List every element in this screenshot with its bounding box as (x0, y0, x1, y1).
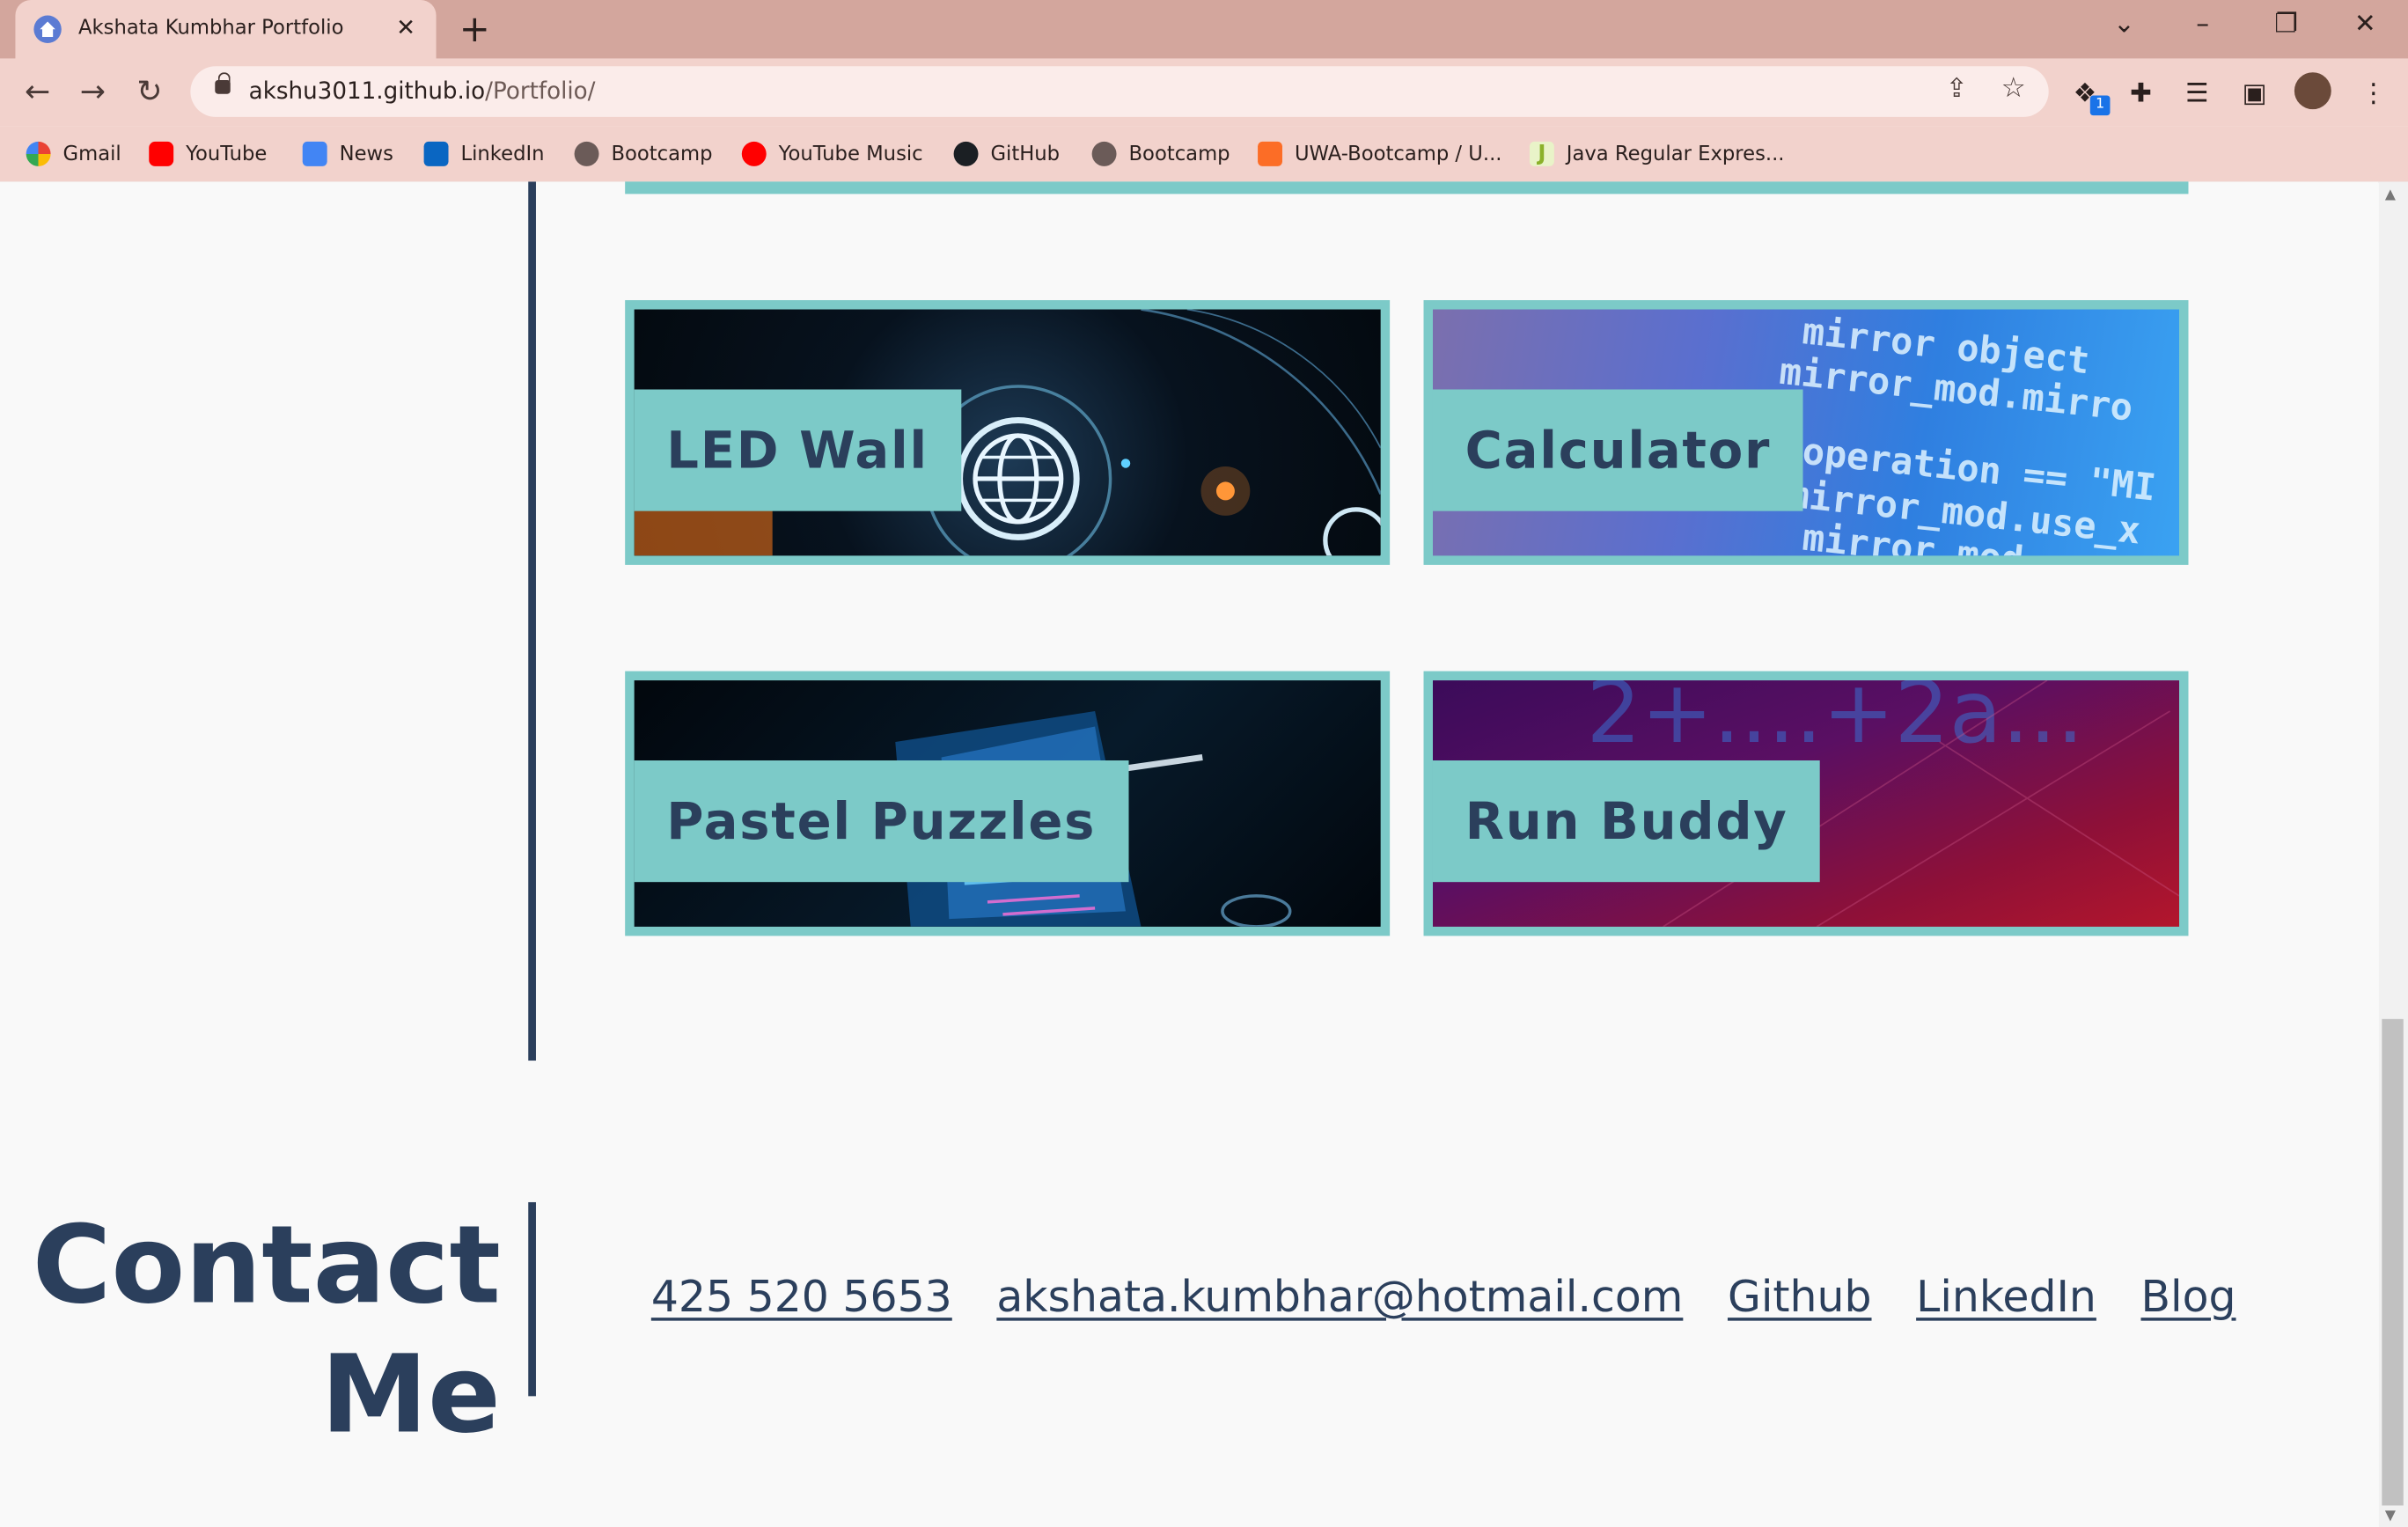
lock-icon (215, 72, 231, 94)
close-tab-icon[interactable]: ✕ (396, 14, 415, 41)
home-favicon-icon (33, 15, 62, 43)
new-tab-icon[interactable]: + (459, 9, 490, 48)
project-title: Run Buddy (1432, 760, 1821, 883)
tab-search-icon[interactable]: ⌄ (2113, 9, 2135, 40)
restore-icon[interactable]: ❐ (2274, 9, 2298, 40)
contact-links: 425 520 5653 akshata.kumbhar@hotmail.com… (651, 1272, 2236, 1323)
github-icon (953, 141, 979, 166)
project-card-pastel-puzzles[interactable]: Pastel Puzzles (625, 671, 1391, 936)
bookmark-bootcamp-2[interactable]: Bootcamp (1091, 137, 1230, 171)
scroll-down-icon[interactable]: ▼ (2385, 1509, 2396, 1523)
youtube-icon (149, 141, 174, 166)
bookmark-java-regex[interactable]: J Java Regular Expres... (1529, 137, 1785, 171)
project-card-partial[interactable] (625, 181, 2189, 195)
project-title: LED Wall (634, 389, 961, 511)
svg-text:2+....+2a...: 2+....+2a... (1586, 680, 2083, 763)
linkedin-link[interactable]: LinkedIn (1916, 1272, 2096, 1323)
project-title: Calculator (1432, 389, 1803, 511)
email-link[interactable]: akshata.kumbhar@hotmail.com (996, 1272, 1683, 1323)
project-card-led-wall[interactable]: LED Wall (625, 300, 1391, 565)
contact-heading: Contact Me (32, 1201, 501, 1458)
google-icon (26, 141, 51, 166)
phone-link[interactable]: 425 520 5653 (651, 1272, 952, 1323)
url-text[interactable]: akshu3011.github.io/Portfolio/ (249, 77, 596, 104)
scroll-up-icon[interactable]: ▲ (2385, 187, 2396, 202)
back-icon[interactable]: ← (25, 72, 50, 109)
globe-icon (1091, 141, 1117, 166)
reload-icon[interactable]: ↻ (136, 72, 162, 109)
side-panel-icon[interactable]: ▣ (2243, 78, 2267, 109)
bookmark-uwa-bootcamp[interactable]: UWA-Bootcamp / U... (1258, 137, 1502, 171)
scrollbar-thumb[interactable] (2382, 1018, 2404, 1506)
forward-icon[interactable]: → (80, 72, 106, 109)
bookmark-bootcamp-1[interactable]: Bootcamp (574, 137, 713, 171)
reading-list-icon[interactable]: ☰ (2185, 78, 2209, 109)
bookmark-youtube-music[interactable]: YouTube Music (741, 137, 923, 171)
section-divider (528, 181, 536, 1061)
news-icon (302, 141, 327, 166)
bookmark-star-icon[interactable]: ☆ (2001, 72, 2026, 105)
share-icon[interactable]: ⇪ (1946, 74, 1968, 105)
linkedin-icon (423, 141, 449, 166)
extension-badge: 1 (2089, 95, 2111, 116)
profile-avatar[interactable] (2294, 72, 2331, 110)
github-link[interactable]: Github (1728, 1272, 1872, 1323)
bookmark-github[interactable]: GitHub (953, 137, 1060, 171)
menu-kebab-icon[interactable]: ⋮ (2360, 78, 2387, 109)
browser-toolbar: ← → ↻ akshu3011.github.io/Portfolio/ ⇪ ☆… (0, 58, 2408, 127)
globe-icon (574, 141, 599, 166)
contact-divider (528, 1201, 536, 1397)
bookmark-news[interactable]: News (302, 137, 393, 171)
bookmark-linkedin[interactable]: LinkedIn (423, 137, 545, 171)
youtube-music-icon (741, 141, 767, 166)
project-card-run-buddy[interactable]: 2+....+2a... Run Buddy (1423, 671, 2189, 936)
project-card-calculator[interactable]: mirror object mirror_mod.mirro operation… (1423, 300, 2189, 565)
page-viewport: LED Wall mirror object mirror_mod.mirro … (0, 181, 2379, 1527)
close-window-icon[interactable]: ✕ (2354, 9, 2376, 40)
address-bar[interactable]: akshu3011.github.io/Portfolio/ ⇪ ☆ (190, 66, 2049, 117)
blog-link[interactable]: Blog (2140, 1272, 2235, 1323)
bookmark-youtube[interactable]: YouTube (149, 137, 267, 171)
project-title: Pastel Puzzles (634, 760, 1128, 883)
bookmarks-bar: Gmail YouTube News LinkedIn Bootcamp You… (0, 126, 2408, 184)
tab-strip: Akshata Kumbhar Portfolio ✕ + ⌄ – ❐ ✕ (0, 0, 2408, 59)
gitlab-icon (1258, 141, 1282, 166)
minimize-icon[interactable]: – (2196, 9, 2209, 40)
tab-title: Akshata Kumbhar Portfolio (77, 17, 344, 40)
puzzle-extensions-icon[interactable]: ✚ (2130, 78, 2152, 109)
browser-tab[interactable]: Akshata Kumbhar Portfolio ✕ (15, 0, 437, 59)
j-icon: J (1529, 141, 1554, 166)
bookmark-gmail[interactable]: Gmail (26, 137, 121, 171)
